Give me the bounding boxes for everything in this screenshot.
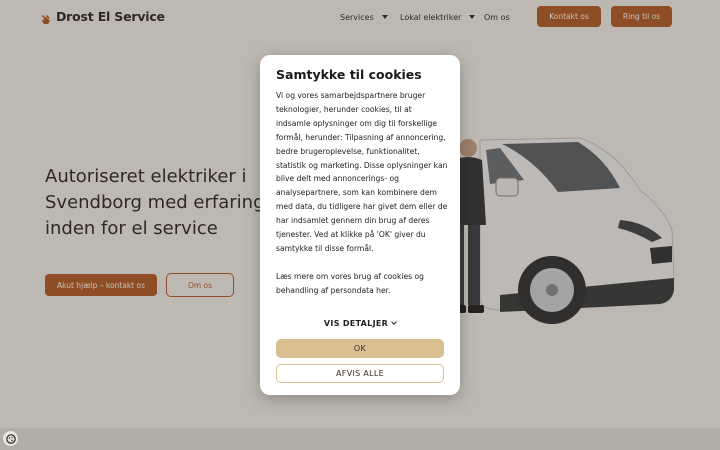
cookie-dialog-body: Vi og vores samarbejdspartnere bruger te… (276, 89, 448, 311)
privacy-link-text[interactable]: Læs mere om vores brug af cookies og beh… (276, 270, 448, 298)
cookie-description: Vi og vores samarbejdspartnere bruger te… (276, 91, 448, 253)
cookie-consent-dialog: Samtykke til cookies Vi og vores samarbe… (260, 55, 460, 395)
show-details-toggle[interactable]: VIS DETALJER (260, 319, 460, 328)
decline-all-button[interactable]: AFVIS ALLE (276, 364, 444, 383)
cookie-dialog-title: Samtykke til cookies (276, 67, 422, 82)
cookie-settings-button[interactable] (3, 431, 18, 446)
cookie-icon (5, 429, 16, 448)
chevron-down-icon (391, 319, 397, 325)
details-label: VIS DETALJER (323, 319, 389, 328)
accept-button[interactable]: OK (276, 339, 444, 358)
